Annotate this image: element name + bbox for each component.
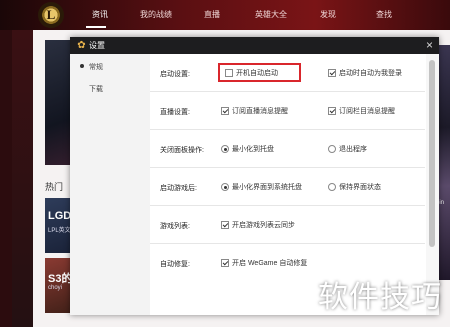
setting-row-after-launch: 启动游戏后: 最小化界面到系统托盘 保持界面状态 xyxy=(150,168,425,206)
radio-circle xyxy=(328,145,336,153)
option-label: 开启游戏列表云同步 xyxy=(232,222,295,229)
option-label: 最小化界面到系统托盘 xyxy=(232,184,302,191)
nav-search[interactable]: 查找 xyxy=(376,9,392,20)
radio-circle xyxy=(221,183,229,191)
setting-label: 自动修复: xyxy=(160,261,190,268)
top-nav: 资讯 我的战绩 直播 英雄大全 发现 查找 xyxy=(80,0,450,30)
option-label: 最小化到托盘 xyxy=(232,146,274,153)
settings-nav: 常规 下载 xyxy=(70,54,150,315)
radio-circle xyxy=(221,145,229,153)
setting-row-close-panel: 关闭面板操作: 最小化到托盘 退出程序 xyxy=(150,130,425,168)
card-subtitle: choyi xyxy=(48,285,63,291)
lol-logo: L xyxy=(38,2,64,28)
left-rail xyxy=(0,30,33,327)
checkbox-box xyxy=(221,259,229,267)
checkbox-box xyxy=(328,69,336,77)
checkbox-box xyxy=(221,221,229,229)
settings-nav-download[interactable]: 下载 xyxy=(89,84,103,94)
option-label: 保持界面状态 xyxy=(339,184,381,191)
keep-state-radio[interactable]: 保持界面状态 xyxy=(328,182,381,192)
setting-label: 启动设置: xyxy=(160,71,190,78)
setting-label: 启动游戏后: xyxy=(160,185,197,192)
option-label: 退出程序 xyxy=(339,146,367,153)
card-subtitle: LPL英文 xyxy=(48,228,71,234)
setting-label: 游戏列表: xyxy=(160,223,190,230)
nav-my-records[interactable]: 我的战绩 xyxy=(140,9,172,20)
nav-active-indicator xyxy=(86,26,106,28)
nav-news[interactable]: 资讯 xyxy=(92,9,108,20)
setting-row-game-list: 游戏列表: 开启游戏列表云同步 xyxy=(150,206,425,244)
radio-circle xyxy=(328,183,336,191)
setting-label: 直播设置: xyxy=(160,109,190,116)
settings-nav-label: 常规 xyxy=(89,64,103,71)
auto-login-checkbox[interactable]: 启动时自动为我登录 xyxy=(328,68,402,78)
card-title: LGD xyxy=(48,210,72,222)
watermark-text: 软件技巧 xyxy=(318,281,442,314)
option-label: 开机自动启动 xyxy=(236,70,278,77)
option-label: 启动时自动为我登录 xyxy=(339,70,402,77)
auto-repair-checkbox[interactable]: 开启 WeGame 自动修复 xyxy=(221,258,307,268)
checkbox-box xyxy=(225,69,233,77)
scrollbar-thumb[interactable] xyxy=(429,60,435,247)
setting-row-startup: 启动设置: 开机自动启动 启动时自动为我登录 xyxy=(150,54,425,92)
nav-live[interactable]: 直播 xyxy=(204,9,220,20)
exit-program-radio[interactable]: 退出程序 xyxy=(328,144,367,154)
minimize-systray-radio[interactable]: 最小化界面到系统托盘 xyxy=(221,182,302,192)
top-bar: L 资讯 我的战绩 直播 英雄大全 发现 查找 xyxy=(0,0,450,30)
autostart-checkbox[interactable]: 开机自动启动 xyxy=(225,68,278,78)
dialog-title: 设置 xyxy=(89,41,105,50)
minimize-tray-radio[interactable]: 最小化到托盘 xyxy=(221,144,274,154)
gear-icon: ✿ xyxy=(77,40,86,51)
dialog-header: ✿ 设置 × xyxy=(70,37,439,54)
nav-champions[interactable]: 英雄大全 xyxy=(255,9,287,20)
bullet-icon xyxy=(80,64,84,68)
cloud-sync-checkbox[interactable]: 开启游戏列表云同步 xyxy=(221,220,295,230)
card-title: S3的 xyxy=(48,273,73,285)
live-notify-checkbox[interactable]: 订阅直播消息提醒 xyxy=(221,106,288,116)
settings-nav-general[interactable]: 常规 xyxy=(80,62,103,72)
nav-discover[interactable]: 发现 xyxy=(320,9,336,20)
option-label: 订阅直播消息提醒 xyxy=(232,108,288,115)
close-icon[interactable]: × xyxy=(426,38,433,53)
checkbox-box xyxy=(221,107,229,115)
setting-row-live: 直播设置: 订阅直播消息提醒 订阅栏目消息提醒 xyxy=(150,92,425,130)
option-label: 订阅栏目消息提醒 xyxy=(339,108,395,115)
option-label: 开启 WeGame 自动修复 xyxy=(232,260,308,267)
hot-section-label: 热门 xyxy=(45,182,64,192)
setting-label: 关闭面板操作: xyxy=(160,147,204,154)
settings-nav-label: 下载 xyxy=(89,86,103,93)
column-notify-checkbox[interactable]: 订阅栏目消息提醒 xyxy=(328,106,395,116)
checkbox-box xyxy=(328,107,336,115)
